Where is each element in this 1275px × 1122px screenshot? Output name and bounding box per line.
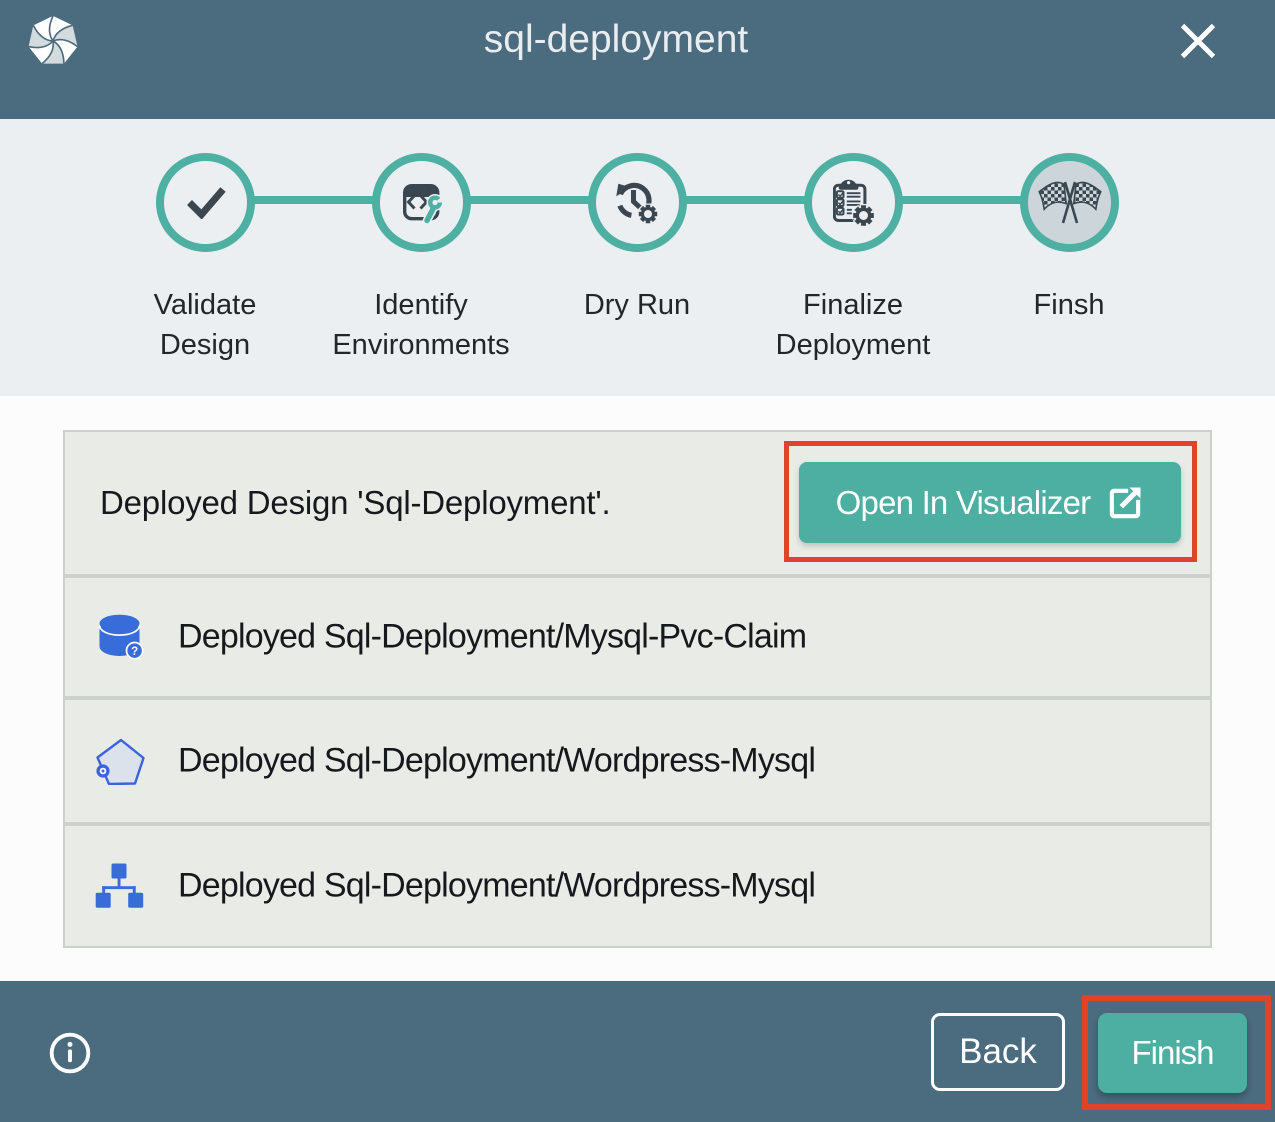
svg-text:?: ?: [131, 646, 138, 658]
